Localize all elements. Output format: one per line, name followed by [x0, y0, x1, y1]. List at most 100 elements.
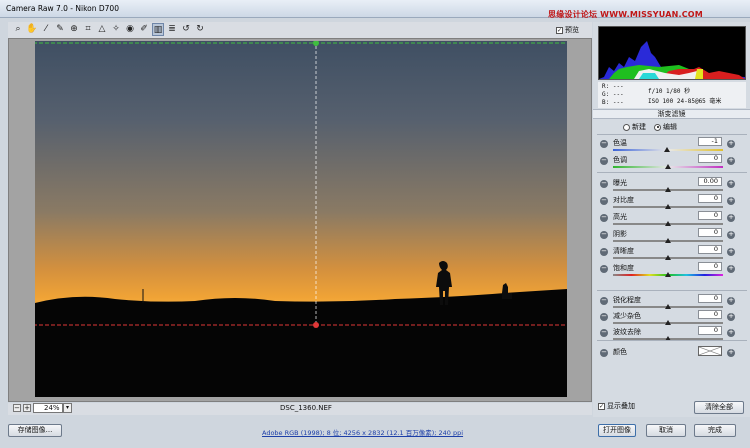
mode-new-radio[interactable]: 新建 [623, 122, 646, 132]
checkbox-icon: ✓ [556, 26, 563, 34]
plus-icon[interactable]: + [727, 157, 735, 165]
slider-thumb[interactable] [665, 304, 671, 309]
minus-icon[interactable]: − [600, 140, 608, 148]
minus-icon[interactable]: − [600, 297, 608, 305]
cancel-button[interactable]: 取消 [646, 424, 686, 437]
show-overlay-checkbox[interactable]: ✓ 显示叠加 [598, 401, 635, 411]
slider-label: 波纹去除 [613, 328, 641, 336]
minus-icon[interactable]: − [600, 157, 608, 165]
slider-label: 对比度 [613, 196, 634, 204]
slider-value-field[interactable]: 0 [698, 211, 722, 220]
save-image-button[interactable]: 存储图像... [8, 424, 62, 437]
slider-value-field[interactable]: -1 [698, 137, 722, 146]
slider-thumb[interactable] [665, 187, 671, 192]
plus-icon[interactable]: + [727, 248, 735, 256]
minus-icon[interactable]: − [600, 248, 608, 256]
zoom-out-button[interactable]: − [13, 404, 21, 412]
separator [597, 290, 747, 291]
minus-icon[interactable]: − [600, 349, 608, 357]
rotate-cw-icon[interactable]: ↻ [194, 23, 206, 36]
plus-icon[interactable]: + [727, 349, 735, 357]
workflow-options-link[interactable]: Adobe RGB (1998); 8 位; 4256 x 2832 (12.1… [262, 427, 463, 437]
mode-edit-radio[interactable]: 编辑 [654, 122, 677, 132]
minus-icon[interactable]: − [600, 329, 608, 337]
minus-icon[interactable]: − [600, 180, 608, 188]
plus-icon[interactable]: + [727, 265, 735, 273]
toolbar: ⌕ ✋ ⁄ ✎ ⊕ ⌗ △ ✧ ◉ ✐ ▥ ≣ ↺ ↻ ✓ 预览 [8, 22, 592, 38]
slider-row: − 高光 0 + [593, 211, 750, 229]
zoom-icon[interactable]: ⌕ [12, 23, 24, 36]
plus-icon[interactable]: + [727, 297, 735, 305]
red-eye-icon[interactable]: ◉ [124, 23, 136, 36]
right-panel: R: --- G: --- B: --- f/10 1/80 秒 ISO 100… [593, 22, 750, 417]
slider-row: − 色调 0 + [593, 154, 750, 172]
slider-row: − 减少杂色 0 + [593, 310, 750, 328]
image-canvas[interactable] [8, 38, 592, 402]
watermark-text: 思缘设计论坛 WWW.MISSYUAN.COM [548, 10, 703, 19]
clear-all-button[interactable]: 清除全部 [694, 401, 744, 414]
white-balance-icon[interactable]: ⁄ [40, 23, 52, 36]
slider-thumb[interactable] [665, 238, 671, 243]
minus-icon[interactable]: − [600, 265, 608, 273]
minus-icon[interactable]: − [600, 197, 608, 205]
color-swatch[interactable] [698, 346, 722, 356]
b-readout: B: --- [602, 99, 624, 106]
plus-icon[interactable]: + [727, 313, 735, 321]
preferences-icon[interactable]: ≣ [166, 23, 178, 36]
slider-value-field[interactable]: 0.00 [698, 177, 722, 186]
separator [597, 172, 747, 173]
metadata-panel: R: --- G: --- B: --- f/10 1/80 秒 ISO 100… [598, 82, 746, 108]
spot-removal-icon[interactable]: ✧ [110, 23, 122, 36]
preview-checkbox[interactable]: ✓ 预览 [556, 25, 579, 35]
minus-icon[interactable]: − [600, 231, 608, 239]
slider-value-field[interactable]: 0 [698, 194, 722, 203]
slider-value-field[interactable]: 0 [698, 245, 722, 254]
plus-icon[interactable]: + [727, 197, 735, 205]
plus-icon[interactable]: + [727, 180, 735, 188]
slider-value-field[interactable]: 0 [698, 294, 722, 303]
plus-icon[interactable]: + [727, 140, 735, 148]
slider-thumb[interactable] [665, 221, 671, 226]
zoom-in-button[interactable]: + [23, 404, 31, 412]
slider-value-field[interactable]: 0 [698, 154, 722, 163]
slider-thumb[interactable] [665, 272, 671, 277]
slider-thumb[interactable] [663, 147, 670, 152]
slider-value-field[interactable]: 0 [698, 228, 722, 237]
slider-label: 清晰度 [613, 247, 634, 255]
show-overlay-label: 显示叠加 [607, 402, 635, 410]
color-label: 颜色 [613, 348, 627, 356]
panel-title: 渐变滤镜 [593, 109, 750, 119]
slider-thumb[interactable] [665, 255, 671, 260]
slider-thumb[interactable] [665, 204, 671, 209]
mode-edit-label: 编辑 [663, 123, 677, 131]
plus-icon[interactable]: + [727, 231, 735, 239]
zoom-dropdown-icon[interactable]: ▾ [63, 403, 72, 413]
plus-icon[interactable]: + [727, 214, 735, 222]
slider-label: 高光 [613, 213, 627, 221]
minus-icon[interactable]: − [600, 214, 608, 222]
straighten-icon[interactable]: △ [96, 23, 108, 36]
zoom-level-field[interactable]: 24% [33, 403, 63, 413]
slider-value-field[interactable]: 0 [698, 310, 722, 319]
green-filter-handle [313, 41, 319, 46]
photo-preview[interactable] [35, 41, 567, 397]
slider-value-field[interactable]: 0 [698, 326, 722, 335]
target-adjust-icon[interactable]: ⊕ [68, 23, 80, 36]
hand-icon[interactable]: ✋ [26, 23, 38, 36]
g-readout: G: --- [602, 91, 624, 98]
open-image-button[interactable]: 打开图像 [598, 424, 636, 437]
slider-value-field[interactable]: 0 [698, 262, 722, 271]
color-row: − 颜色 + [593, 346, 750, 364]
separator [597, 340, 747, 341]
minus-icon[interactable]: − [600, 313, 608, 321]
plus-icon[interactable]: + [727, 329, 735, 337]
adjustment-brush-icon[interactable]: ✐ [138, 23, 150, 36]
slider-thumb[interactable] [665, 164, 671, 169]
graduated-filter-icon[interactable]: ▥ [152, 23, 164, 36]
color-sampler-icon[interactable]: ✎ [54, 23, 66, 36]
crop-icon[interactable]: ⌗ [82, 23, 94, 36]
done-button[interactable]: 完成 [694, 424, 736, 437]
slider-thumb[interactable] [665, 320, 671, 325]
window-title: Camera Raw 7.0 - Nikon D700 [6, 4, 119, 13]
rotate-ccw-icon[interactable]: ↺ [180, 23, 192, 36]
